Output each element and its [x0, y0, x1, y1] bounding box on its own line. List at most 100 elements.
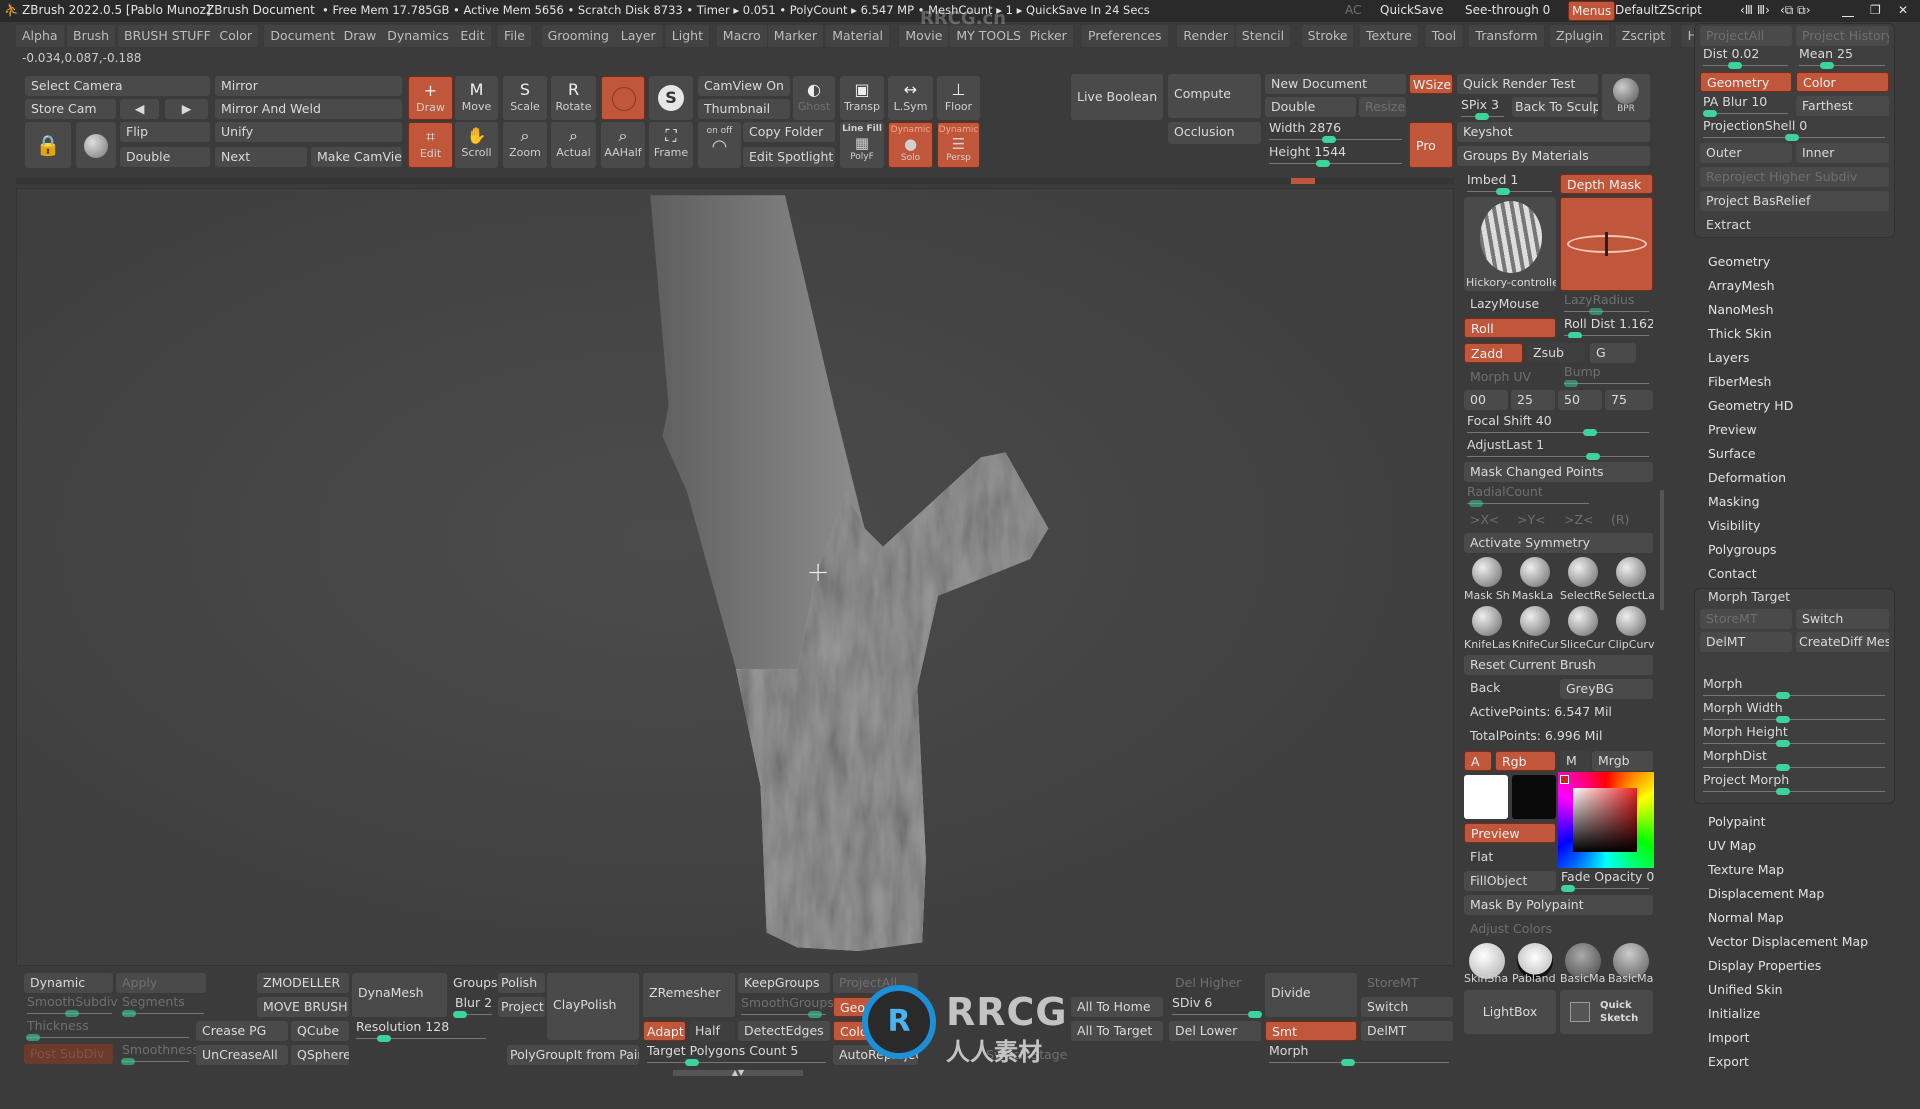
morph-width-slider[interactable]: Morph Width — [1699, 700, 1889, 723]
next-button[interactable]: Next — [215, 147, 307, 167]
menu-file[interactable]: File — [498, 25, 531, 47]
sym-y-button[interactable]: >Y< — [1511, 510, 1552, 530]
resolution-slider[interactable]: Resolution 128 — [352, 1019, 490, 1042]
width-slider[interactable]: Width 2876 — [1265, 120, 1406, 143]
zsphere-button[interactable]: S — [649, 76, 693, 120]
subpalette-masking[interactable]: Masking — [1708, 494, 1760, 509]
edit-button[interactable]: ⌗ Edit — [408, 122, 453, 168]
greybg-button[interactable]: GreyBG — [1560, 679, 1653, 699]
segments-slider[interactable]: Segments — [118, 994, 208, 1017]
sym-z-button[interactable]: >Z< — [1558, 510, 1600, 530]
rotate-button[interactable]: R Rotate — [551, 76, 596, 120]
main-color-swatch[interactable] — [1464, 775, 1508, 819]
lazymouse-button[interactable]: LazyMouse — [1464, 294, 1545, 314]
dynamic-subdiv-button[interactable]: Dynamic — [24, 973, 113, 993]
project-basrelief-button[interactable]: Project BasRelief — [1700, 191, 1889, 211]
sdiv-slider[interactable]: SDiv 6 — [1168, 995, 1262, 1018]
dist-slider[interactable]: Dist 0.02 — [1699, 46, 1792, 69]
spix-slider[interactable]: SPix 3 — [1457, 97, 1508, 120]
menu-edit[interactable]: Edit — [454, 25, 491, 47]
projection-color-button[interactable]: Color — [1796, 72, 1889, 92]
mean-slider[interactable]: Mean 25 — [1795, 46, 1889, 69]
zoom-button[interactable]: ⌕ Zoom — [503, 122, 547, 168]
menu-transform[interactable]: Transform — [1469, 25, 1544, 47]
maskla-brush-icon[interactable] — [1520, 557, 1550, 587]
ghost-button[interactable]: ◐ Ghost — [793, 76, 835, 120]
slider-handle[interactable] — [685, 1059, 700, 1066]
projection-geometry-button[interactable]: Geometry — [1700, 72, 1792, 92]
groups-by-materials-button[interactable]: Groups By Materials — [1457, 146, 1650, 166]
smt-button[interactable]: Smt — [1265, 1021, 1357, 1041]
fade-opacity-slider[interactable]: Fade Opacity 0 — [1557, 869, 1654, 892]
polish-button[interactable]: Polish — [498, 973, 545, 993]
close-icon[interactable]: ✕ — [1898, 3, 1908, 17]
focal-shift-slider[interactable]: Focal Shift 40 — [1463, 413, 1653, 436]
adjust-colors-button[interactable]: Adjust Colors — [1464, 919, 1558, 939]
depth-mask-button[interactable]: Depth Mask — [1560, 174, 1653, 194]
subpalette-fibermesh[interactable]: FiberMesh — [1708, 374, 1771, 389]
qcube-button[interactable]: QCube — [291, 1021, 349, 1041]
slider-handle[interactable] — [1775, 740, 1790, 747]
layout-arrows-icon[interactable]: ‹Ⅲ Ⅲ› — [1740, 3, 1770, 17]
menu-zscript[interactable]: Zscript — [1615, 25, 1672, 47]
actual-button[interactable]: ⌕ Actual — [551, 122, 596, 168]
menu-light[interactable]: Light — [665, 25, 709, 47]
subpalette-normal-map[interactable]: Normal Map — [1708, 910, 1784, 925]
new-document-button[interactable]: New Document — [1265, 74, 1406, 94]
zmodeller-button[interactable]: ZMODELLER — [257, 973, 349, 993]
slider-handle[interactable] — [1468, 500, 1483, 507]
activate-symmetry-button[interactable]: Activate Symmetry — [1464, 533, 1653, 553]
slider-handle[interactable] — [1475, 113, 1490, 120]
creatediff-mesh-button[interactable]: CreateDiff Mesh — [1796, 632, 1889, 652]
prev-camera-icon[interactable]: ◀ — [120, 99, 159, 119]
double-document-button[interactable]: Double — [1265, 97, 1356, 117]
lsym-button[interactable]: ↔ L.Sym — [888, 76, 933, 120]
projectall-button[interactable]: ProjectAll — [1700, 26, 1792, 46]
farthest-button[interactable]: Farthest — [1796, 96, 1889, 116]
zremesher-button[interactable]: ZRemesher — [643, 973, 735, 1017]
slider-handle[interactable] — [1568, 332, 1583, 338]
subpalette-arraymesh[interactable]: ArrayMesh — [1708, 278, 1775, 293]
slider-handle[interactable] — [121, 1058, 136, 1065]
move-brush-button[interactable]: MOVE BRUSH — [257, 997, 349, 1017]
keyshot-button[interactable]: Keyshot — [1457, 122, 1650, 142]
move-button[interactable]: M Move — [455, 76, 498, 120]
solo-button[interactable]: Dynamic ● Solo — [888, 122, 933, 168]
smoothsubdiv-slider[interactable]: SmoothSubdiv — [23, 994, 118, 1017]
subpalette-geometry-hd[interactable]: Geometry HD — [1708, 398, 1793, 413]
m-button[interactable]: M — [1560, 751, 1590, 771]
smoothgroups-slider[interactable]: SmoothGroups — [737, 995, 834, 1018]
preset-25-button[interactable]: 25 — [1511, 390, 1555, 410]
sphere-grid-icon[interactable] — [76, 122, 116, 168]
select-camera-button[interactable]: Select Camera — [25, 76, 210, 96]
edit-spotlight-button[interactable]: Edit Spotlight — [743, 147, 835, 167]
preset-75-button[interactable]: 75 — [1605, 390, 1653, 410]
knifecur-brush-icon[interactable] — [1520, 606, 1550, 636]
outer-button[interactable]: Outer — [1700, 143, 1792, 163]
spotlight-toggle[interactable]: on off ◠ — [698, 122, 741, 168]
subpalette-polygroups[interactable]: Polygroups — [1708, 542, 1776, 557]
morph-uv-button[interactable]: Morph UV — [1464, 367, 1537, 387]
unify-button[interactable]: Unify — [215, 122, 402, 142]
slider-handle[interactable] — [1820, 62, 1835, 69]
camview-on-button[interactable]: CamView On — [698, 76, 790, 96]
subpalette-display-properties[interactable]: Display Properties — [1708, 958, 1821, 973]
thumbnail-button[interactable]: Thumbnail — [698, 99, 790, 119]
slider-handle[interactable] — [122, 1010, 137, 1017]
stroke-thumbnail[interactable] — [1560, 197, 1653, 291]
divide-button[interactable]: Divide — [1265, 973, 1357, 1017]
mirror-and-weld-button[interactable]: Mirror And Weld — [215, 99, 402, 119]
slider-handle[interactable] — [1564, 380, 1579, 387]
post-subdiv-button[interactable]: Post SubDiv — [24, 1044, 113, 1064]
switch-button[interactable]: Switch — [1796, 609, 1889, 629]
slider-handle[interactable] — [1703, 110, 1718, 117]
slider-handle[interactable] — [1582, 429, 1597, 436]
del-higher-button[interactable]: Del Higher — [1169, 973, 1247, 993]
dynamesh-button[interactable]: DynaMesh — [352, 973, 447, 1017]
slider-handle[interactable] — [1775, 788, 1790, 795]
floor-button[interactable]: ⊥ Floor — [937, 76, 980, 120]
subpalette-visibility[interactable]: Visibility — [1708, 518, 1760, 533]
morph-target-header[interactable]: Morph Target — [1702, 587, 1796, 607]
compute-button[interactable]: Compute — [1168, 74, 1261, 118]
slider-handle[interactable] — [1784, 134, 1799, 141]
